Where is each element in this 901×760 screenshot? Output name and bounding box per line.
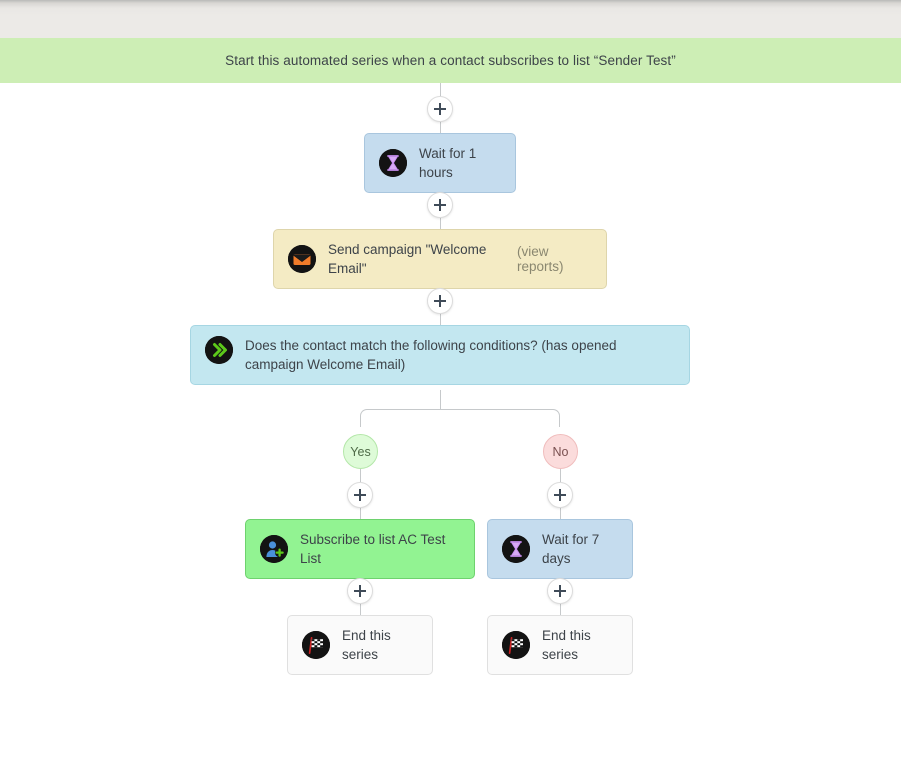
branch-arrow-icon [205, 336, 233, 364]
checkered-flag-icon [502, 631, 530, 659]
connector-condition-to-split [440, 390, 441, 410]
add-step-button-2[interactable] [427, 192, 453, 218]
branch-yes-text: Yes [350, 444, 371, 459]
branch-label-no[interactable]: No [543, 434, 578, 469]
node-label: Send campaign "Welcome Email" [328, 242, 487, 276]
view-reports-link[interactable]: (view reports) [517, 244, 592, 274]
add-step-button-7[interactable] [547, 578, 573, 604]
connector-yes-to-add4 [360, 469, 361, 482]
hourglass-icon [379, 149, 407, 177]
automation-canvas: Start this automated series when a conta… [0, 0, 901, 760]
add-step-button-3[interactable] [427, 288, 453, 314]
node-label: Does the contact match the following con… [245, 338, 617, 372]
branch-split-connector [360, 409, 560, 427]
node-label: End this series [542, 628, 591, 662]
connector-no-to-add5 [560, 469, 561, 482]
add-step-button-1[interactable] [427, 96, 453, 122]
add-step-button-6[interactable] [347, 578, 373, 604]
node-condition[interactable]: Does the contact match the following con… [190, 325, 690, 385]
node-label: Wait for 1 hours [419, 146, 477, 180]
branch-label-yes[interactable]: Yes [343, 434, 378, 469]
node-subscribe-to-list[interactable]: Subscribe to list AC Test List [245, 519, 475, 579]
trigger-text: Start this automated series when a conta… [225, 53, 676, 68]
node-label: Subscribe to list AC Test List [300, 532, 446, 566]
node-label: Wait for 7 days [542, 532, 600, 566]
add-step-button-5[interactable] [547, 482, 573, 508]
trigger-header[interactable]: Start this automated series when a conta… [0, 38, 901, 83]
node-wait-7-days[interactable]: Wait for 7 days [487, 519, 633, 579]
top-chrome-bar [0, 0, 901, 38]
add-step-button-4[interactable] [347, 482, 373, 508]
envelope-icon [288, 245, 316, 273]
checkered-flag-icon [302, 631, 330, 659]
add-contact-icon [260, 535, 288, 563]
hourglass-icon [502, 535, 530, 563]
node-send-campaign[interactable]: Send campaign "Welcome Email" (view repo… [273, 229, 607, 289]
branch-no-text: No [552, 444, 569, 459]
node-wait-1-hours[interactable]: Wait for 1 hours [364, 133, 516, 193]
node-end-series-yes[interactable]: End this series [287, 615, 433, 675]
node-end-series-no[interactable]: End this series [487, 615, 633, 675]
node-label: End this series [342, 628, 391, 662]
